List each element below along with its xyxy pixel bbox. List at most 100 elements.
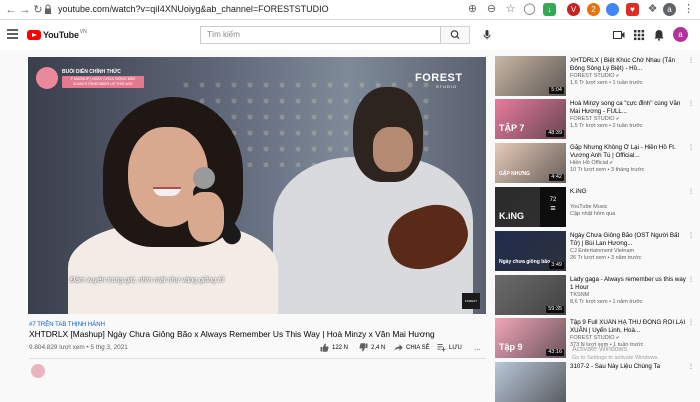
related-video-channel[interactable]: YouTube Music xyxy=(570,204,608,210)
share-button[interactable]: CHIA SẺ xyxy=(394,343,430,352)
add-icon[interactable]: ⊕ xyxy=(466,3,479,16)
channel-name[interactable]: FOREST STUDIO xyxy=(570,116,615,122)
related-video-channel[interactable]: FOREST STUDIO ✔ xyxy=(570,335,620,341)
video-thumbnail[interactable]: 5:04 xyxy=(495,56,566,96)
extension-badge[interactable]: V xyxy=(567,3,580,16)
back-icon[interactable]: ← xyxy=(4,3,18,17)
related-video-title[interactable]: Lady gaga - Always remember us this way … xyxy=(570,276,687,291)
badge-subtitle: F MASHUP | NGÀY CHƯA GIÔNG BÃO ALWAYS RE… xyxy=(62,76,144,88)
info-divider xyxy=(29,358,486,359)
video-player[interactable]: BUỔI DIỄN CHÍNH THỨC F MASHUP | NGÀY CHƯ… xyxy=(28,57,486,314)
notifications-bell-icon[interactable] xyxy=(652,28,666,42)
related-video-title[interactable]: XHTDRLX | Biệt Khúc Chờ Nhau (Tấn Đông S… xyxy=(570,57,687,72)
related-video-title[interactable]: Ngày Chưa Giông Bão (OST Người Bất Tử) |… xyxy=(570,232,687,247)
star-icon[interactable]: ☆ xyxy=(504,3,517,16)
more-options-icon[interactable]: ⋮ xyxy=(688,277,694,283)
search-icon xyxy=(450,30,460,39)
more-options-icon[interactable]: ⋮ xyxy=(688,101,694,107)
related-video-title[interactable]: K.iNG xyxy=(570,188,687,196)
more-options-icon[interactable]: ⋮ xyxy=(688,58,694,64)
channel-name[interactable]: Hiền Hồ Official xyxy=(570,160,608,166)
puzzle-icon[interactable]: ❖ xyxy=(646,3,659,16)
channel-name[interactable]: YouTube Music xyxy=(570,204,608,210)
like-button[interactable]: 122 N xyxy=(320,343,348,352)
channel-avatar[interactable] xyxy=(31,364,45,378)
more-options-icon[interactable]: ⋮ xyxy=(688,364,694,370)
save-label: LƯU xyxy=(449,344,462,351)
search-button[interactable] xyxy=(441,26,470,44)
related-video-item[interactable]: TẬP 7 48:39 Hoà Minzy song ca "cực đỉnh" c… xyxy=(495,99,695,139)
kebab-menu-icon[interactable]: ⋮ xyxy=(682,3,695,16)
related-video-item[interactable]: Ngày chưa giông bão 3:49 Ngày Chưa Giông B… xyxy=(495,231,695,271)
save-button[interactable]: LƯU xyxy=(437,343,462,352)
search-input[interactable]: Tìm kiếm xyxy=(200,26,441,44)
download-extension-icon[interactable]: ↓ xyxy=(543,3,556,16)
more-options-icon[interactable]: ⋮ xyxy=(688,233,694,239)
microphone-icon[interactable] xyxy=(481,29,493,41)
playlist-icon: ≡ xyxy=(550,203,556,213)
related-video-item[interactable]: 3107-2 - Sau Này Liệu Chúng Ta ⋮ xyxy=(495,362,695,402)
related-video-item[interactable]: 5:04 XHTDRLX | Biệt Khúc Chờ Nhau (Tấn Đô… xyxy=(495,56,695,96)
more-options-icon[interactable]: ⋮ xyxy=(688,189,694,195)
youtube-logo[interactable]: YouTube VN xyxy=(27,28,87,42)
browser-toolbar: ← → ↻ youtube.com/watch?v=qiI4XNUoiyg&ab… xyxy=(0,0,700,20)
profile-icon[interactable]: a xyxy=(663,3,676,16)
color-picker-icon[interactable] xyxy=(606,3,619,16)
activate-windows-title: Activate Windows xyxy=(572,346,628,353)
related-video-title[interactable]: 3107-2 - Sau Này Liệu Chúng Ta xyxy=(570,363,687,371)
related-video-item[interactable]: K.iNG 72 ≡ K.iNG YouTube Music Cập nhật hôm q… xyxy=(495,187,695,227)
video-thumbnail[interactable]: Tập 9 43:16 xyxy=(495,318,566,358)
dislike-button[interactable]: 2,4 N xyxy=(359,343,385,352)
channel-watermark[interactable]: FOREST xyxy=(462,293,480,309)
lock-icon xyxy=(45,4,51,14)
thumbnail-overlay-text: K.iNG xyxy=(499,211,525,221)
share-icon xyxy=(394,344,403,351)
apps-grid-icon[interactable] xyxy=(632,28,646,42)
related-video-channel[interactable]: Hiền Hồ Official ✔ xyxy=(570,160,613,166)
more-actions-icon[interactable]: ... xyxy=(474,343,481,352)
more-options-icon[interactable]: ⋮ xyxy=(688,145,694,151)
video-thumbnail[interactable] xyxy=(495,362,566,402)
playlist-count: 72 ≡ xyxy=(540,187,566,227)
related-video-channel[interactable]: FOREST STUDIO ✔ xyxy=(570,73,620,79)
pocket-icon[interactable]: ♥ xyxy=(626,3,639,16)
video-duration: 5:04 xyxy=(549,87,564,94)
reload-icon[interactable]: ↻ xyxy=(31,3,45,17)
channel-name[interactable]: CJ Entertainment Vietnam xyxy=(570,248,634,254)
video-thumbnail[interactable]: GẶP NHƯNG 4:42 xyxy=(495,143,566,183)
address-bar[interactable]: youtube.com/watch?v=qiI4XNUoiyg&ab_chann… xyxy=(58,4,329,14)
related-video-channel[interactable]: CJ Entertainment Vietnam xyxy=(570,248,634,254)
like-count: 122 N xyxy=(332,344,349,351)
channel-name[interactable]: FOREST STUDIO xyxy=(570,73,615,79)
more-options-icon[interactable]: ⋮ xyxy=(688,320,694,326)
related-video-item[interactable]: GẶP NHƯNG 4:42 Gặp Nhưng Không Ở Lại - Hiề… xyxy=(495,143,695,183)
trending-hashtag[interactable]: #7 TRÊN TAB THỊNH HÀNH xyxy=(29,322,105,328)
youtube-header: YouTube VN Tìm kiếm a xyxy=(0,20,700,50)
related-video-title[interactable]: Tập 9 Full XUÂN HẠ THU ĐÔNG RỒI LẠI XUÂN… xyxy=(570,319,687,334)
related-video-channel[interactable]: FOREST STUDIO ✔ xyxy=(570,116,620,122)
verified-check-icon: ✔ xyxy=(614,116,620,121)
video-title: XHTDRLX [Mashup] Ngày Chưa Giông Bão x A… xyxy=(29,329,435,339)
related-video-title[interactable]: Hoà Minzy song ca "cực đỉnh" cùng Văn Ma… xyxy=(570,100,687,115)
video-thumbnail[interactable]: Ngày chưa giông bão 3:49 xyxy=(495,231,566,271)
hamburger-menu-icon[interactable] xyxy=(7,29,18,39)
verified-check-icon: ✔ xyxy=(614,335,620,340)
channel-name[interactable]: FOREST STUDIO xyxy=(570,335,615,341)
singer-hand xyxy=(188,192,224,242)
related-video-meta: 8,6 Tr lượt xem • 1 năm trước xyxy=(570,299,643,305)
video-thumbnail[interactable]: K.iNG 72 ≡ xyxy=(495,187,566,227)
video-thumbnail[interactable]: TẬP 7 48:39 xyxy=(495,99,566,139)
related-video-channel[interactable]: TKSNM xyxy=(570,292,589,298)
forward-icon[interactable]: → xyxy=(18,3,32,17)
shield-icon[interactable]: ◯ xyxy=(523,3,536,16)
zoom-icon[interactable]: ⊖ xyxy=(485,3,498,16)
video-thumbnail[interactable]: 59:35 xyxy=(495,275,566,315)
create-video-icon[interactable] xyxy=(612,28,626,42)
thumbs-down-icon xyxy=(359,343,368,352)
user-avatar[interactable]: a xyxy=(673,27,688,42)
related-video-item[interactable]: 59:35 Lady gaga - Always remember us this… xyxy=(495,275,695,315)
channel-name[interactable]: TKSNM xyxy=(570,292,589,298)
extension-badge-2[interactable]: 2 xyxy=(587,3,600,16)
logo-wordmark: YouTube xyxy=(43,30,79,40)
related-video-title[interactable]: Gặp Nhưng Không Ở Lại - Hiền Hồ Ft. Vươn… xyxy=(570,144,687,159)
